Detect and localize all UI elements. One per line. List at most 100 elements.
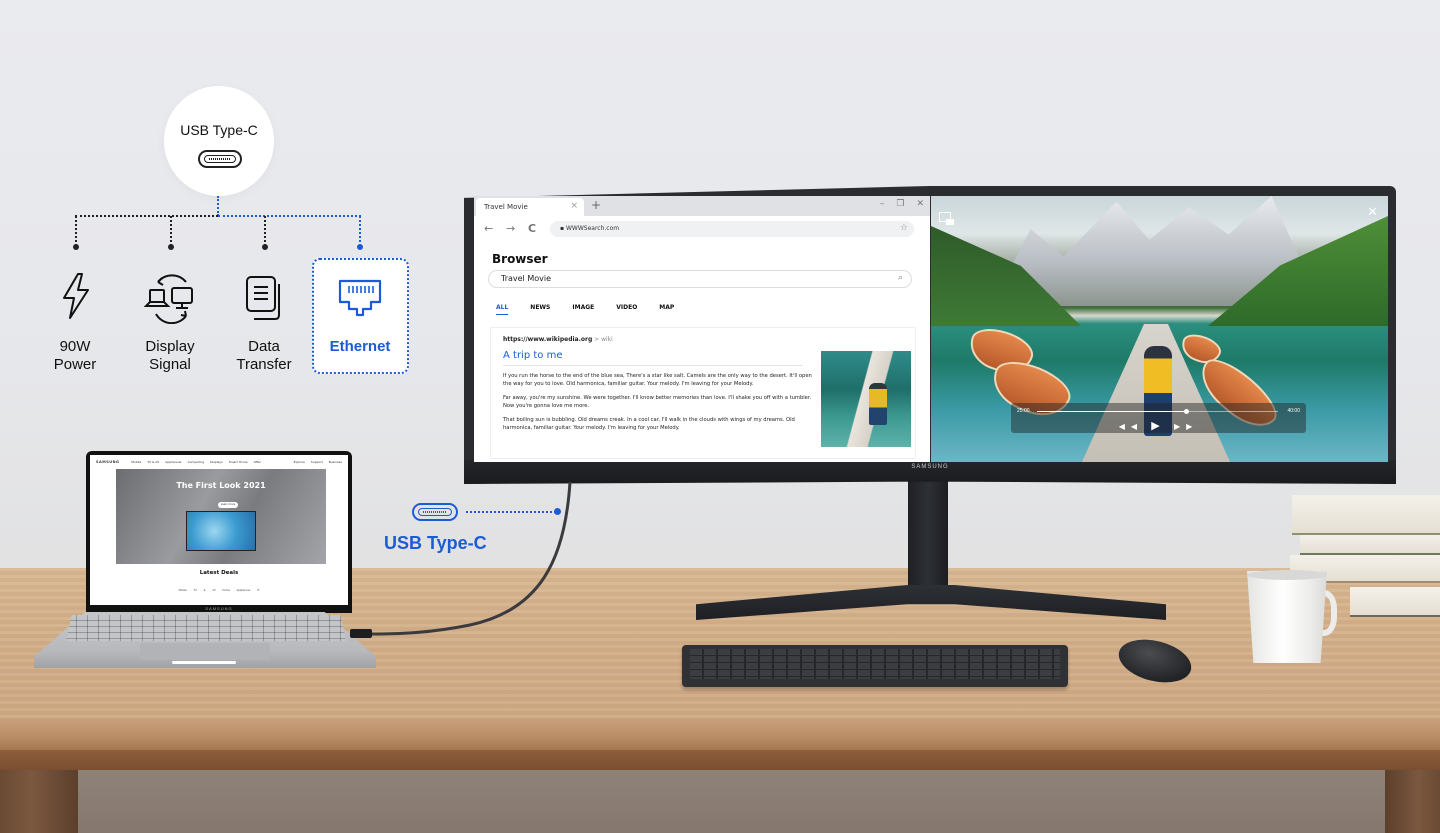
total-time: 40:00 [1287, 408, 1300, 414]
browser-tab[interactable]: Travel Movie × [476, 198, 584, 216]
browser-toolbar: ← → C ▪ WWWSearch.com ☆ [474, 216, 930, 242]
branch-drop-ethernet [359, 216, 361, 246]
tab-all[interactable]: ALL [496, 304, 509, 315]
site-nav-item[interactable]: Appliances [165, 460, 181, 464]
close-window-icon[interactable]: ✕ [916, 199, 924, 209]
window-controls: – ❐ ✕ [880, 199, 924, 209]
coffee-mug [1247, 571, 1327, 663]
site-nav-item[interactable]: Business [329, 460, 342, 464]
feature-label-line: Display [145, 338, 195, 355]
monitor-stand-neck [908, 478, 948, 598]
site-nav-item[interactable]: Displays [210, 460, 223, 464]
back-arrow-icon[interactable]: ← [484, 222, 493, 235]
url-text: WWWSearch.com [565, 225, 620, 232]
close-tab-icon[interactable]: × [570, 201, 578, 211]
hub-connector-line [217, 196, 219, 216]
site-nav-item[interactable]: TV & AV [147, 460, 159, 464]
feature-label-ethernet: Ethernet [329, 338, 391, 355]
result-thumbnail-image[interactable] [821, 351, 911, 447]
rewind-icon[interactable]: ◀◀ [1119, 422, 1143, 431]
hero-tv-image [186, 511, 256, 551]
branch-line-left [75, 215, 218, 217]
site-nav-item[interactable]: Offer [254, 460, 262, 464]
site-nav-item[interactable]: Explore [294, 460, 305, 464]
laptop-lid: SAMSUNG Mobile TV & AV Appliances Comput… [86, 451, 352, 613]
feature-label-power: 90W Power [30, 338, 120, 374]
result-url-domain: https://www.wikipedia.org [503, 336, 593, 343]
branch-line-right [218, 215, 361, 217]
site-nav-item[interactable]: Smart Home [229, 460, 248, 464]
current-time: 25:00 [1017, 408, 1030, 414]
play-icon[interactable]: ▶ [1151, 420, 1165, 432]
branch-drop-display [170, 216, 172, 246]
laptop-trackpad [140, 643, 270, 660]
tab-title: Travel Movie [484, 203, 528, 211]
feature-label-display: Display Signal [125, 338, 215, 374]
feature-label-line: Power [53, 356, 97, 373]
hub-circle [164, 86, 274, 196]
usb-label-connector-line [466, 511, 556, 513]
feature-label-line: Signal [149, 356, 191, 373]
minimize-icon[interactable]: – [880, 199, 885, 209]
mug-rim [1247, 570, 1327, 580]
tab-map[interactable]: MAP [659, 304, 674, 315]
laptop-brand-logo: SAMSUNG [205, 606, 233, 611]
site-nav-item[interactable]: Computing [188, 460, 204, 464]
progress-knob[interactable] [1184, 409, 1190, 414]
keyboard-keys [690, 649, 1060, 679]
picture-in-picture-icon[interactable] [939, 212, 954, 225]
feature-label-line: Data [248, 338, 280, 355]
tab-video[interactable]: VIDEO [616, 304, 637, 315]
desk-apron [0, 750, 1440, 770]
lightning-bolt-icon [52, 272, 100, 320]
search-input[interactable]: Travel Movie ⌕ [488, 270, 912, 288]
usb-type-c-label: USB Type-C [384, 533, 487, 553]
section-tab[interactable]: Mobile [179, 589, 187, 592]
search-value: Travel Movie [501, 274, 551, 283]
search-result-card: https://www.wikipedia.org > wiki A trip … [490, 327, 916, 459]
new-tab-button[interactable]: + [591, 198, 601, 212]
site-nav-item[interactable]: Mobile [131, 460, 141, 464]
feature-label-line: 90W [59, 338, 91, 355]
result-url-path: > wiki [592, 336, 613, 343]
keyboard [682, 645, 1068, 687]
floor [0, 770, 1440, 833]
site-nav-item[interactable]: Support [311, 460, 323, 464]
forward-arrow-icon[interactable]: → [506, 222, 515, 235]
desk-leg-left [0, 770, 78, 833]
documents-icon [244, 274, 292, 322]
usb-type-c-port-icon [412, 503, 458, 521]
laptop-light-strip [172, 661, 236, 664]
reload-icon[interactable]: C [528, 222, 536, 235]
book [1292, 495, 1440, 535]
laptop-keyboard [66, 615, 346, 641]
progress-slider[interactable] [1037, 409, 1278, 414]
video-player[interactable]: ✕ 25:00 40:00 ◀◀ ▶ ▶▶ [931, 196, 1388, 462]
page-title: Browser [492, 252, 548, 266]
restore-icon[interactable]: ❐ [896, 199, 904, 209]
feature-label-data: Data Transfer [219, 338, 309, 374]
result-title-link[interactable]: A trip to me [503, 350, 562, 361]
tab-news[interactable]: NEWS [530, 304, 550, 315]
search-icon[interactable]: ⌕ [898, 273, 903, 283]
result-tabs: ALL NEWS IMAGE VIDEO MAP [496, 304, 674, 315]
branch-drop-power [75, 216, 77, 246]
book [1300, 535, 1440, 555]
laptop-monitor-sync-icon [143, 272, 198, 325]
site-hero-banner: The First Look 2021 Learn more [116, 469, 326, 564]
address-bar[interactable]: ▪ WWWSearch.com ☆ [550, 221, 914, 237]
result-url[interactable]: https://www.wikipedia.org > wiki [503, 336, 613, 343]
branch-drop-data [264, 216, 266, 246]
section-tab[interactable]: TV & AV [194, 589, 216, 592]
browser-window: Travel Movie × + – ❐ ✕ ← → C ▪ WWWSearch… [474, 196, 930, 462]
monitor-brand-logo: SAMSUNG [911, 464, 949, 470]
fast-forward-icon[interactable]: ▶▶ [1174, 422, 1198, 431]
close-video-icon[interactable]: ✕ [1367, 204, 1378, 220]
section-tab[interactable]: Home Appliances [222, 589, 250, 592]
bookmark-star-icon[interactable]: ☆ [900, 223, 908, 233]
tab-image[interactable]: IMAGE [572, 304, 594, 315]
section-tab[interactable]: IT [257, 589, 259, 592]
ethernet-port-icon [337, 278, 385, 326]
hero-button[interactable]: Learn more [218, 502, 238, 508]
desk-edge [0, 718, 1440, 750]
